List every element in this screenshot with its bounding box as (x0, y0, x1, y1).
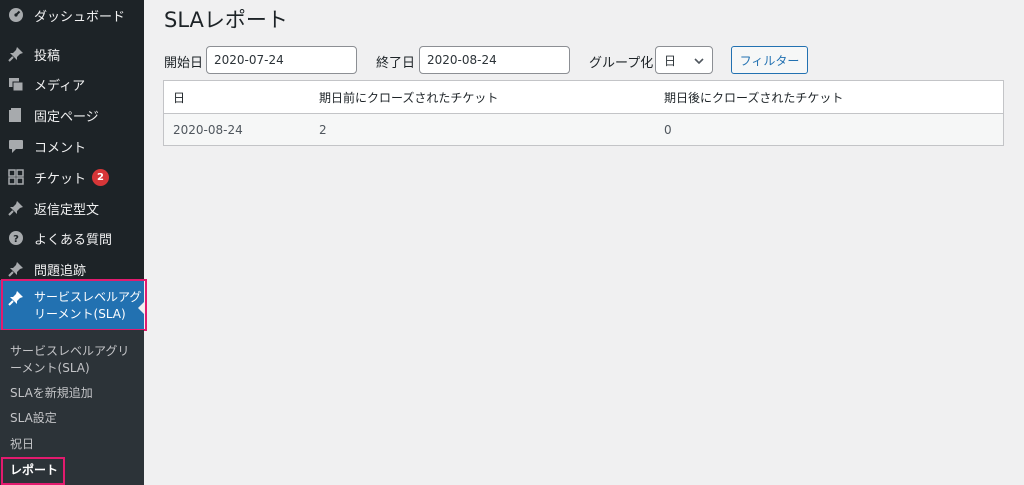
column-header-closed-after-due: 期日後にクローズされたチケット (664, 90, 844, 105)
start-date-label: 開始日 (164, 56, 204, 71)
report-table: 日 期日前にクローズされたチケット 期日後にクローズされたチケット 2020-0… (163, 80, 1004, 146)
chevron-down-icon (694, 53, 704, 67)
cell-date: 2020-08-24 (173, 122, 243, 137)
column-header-closed-before-due: 期日前にクローズされたチケット (319, 90, 499, 105)
start-date-input[interactable] (206, 46, 357, 74)
submenu-holidays[interactable]: 祝日 (10, 436, 136, 453)
cell-closed-after-due: 0 (664, 122, 672, 137)
group-by-value: 日 (664, 53, 677, 68)
menu-sla-label: サービスレベルアグリーメント(SLA) (34, 290, 142, 321)
table-row: 2020-08-24 2 0 (164, 114, 1003, 145)
main-content: SLAレポート 開始日 終了日 グループ化 日 フィルター 日 期日前にクローズ… (144, 0, 1024, 485)
submenu-sla[interactable]: サービスレベルアグリーメント(SLA) (10, 343, 136, 377)
menu-faq-label: よくある質問 (34, 232, 113, 248)
admin-sidebar: ダッシュボード 投稿 メディア 固定ページ コメント チケット 2 返信定型文 … (0, 0, 147, 485)
pin-icon (8, 261, 24, 277)
menu-sla-current[interactable]: サービスレベルアグリーメント(SLA) (0, 280, 144, 330)
menu-dashboard-label: ダッシュボード (34, 9, 126, 25)
menu-dashboard[interactable]: ダッシュボード (0, 0, 144, 30)
svg-text:?: ? (13, 234, 19, 245)
comment-icon (8, 138, 24, 154)
page-title: SLAレポート (164, 8, 288, 32)
dashboard-icon (8, 7, 24, 23)
menu-canned-replies-label: 返信定型文 (34, 202, 100, 218)
menu-comments[interactable]: コメント (0, 131, 144, 161)
menu-tickets-label: チケット (34, 171, 87, 187)
cell-closed-before-due: 2 (319, 122, 327, 137)
pin-icon (8, 200, 24, 216)
ticket-count-badge: 2 (92, 168, 110, 186)
end-date-label: 終了日 (376, 56, 416, 71)
end-date-input[interactable] (419, 46, 570, 74)
page-icon (8, 107, 24, 123)
submenu-sla-settings[interactable]: SLA設定 (10, 410, 136, 427)
help-icon: ? (8, 230, 24, 246)
menu-pages[interactable]: 固定ページ (0, 100, 144, 130)
submenu-add-sla[interactable]: SLAを新規追加 (10, 385, 136, 402)
column-header-date: 日 (173, 90, 186, 105)
filter-button[interactable]: フィルター (731, 46, 808, 74)
menu-faq[interactable]: ? よくある質問 (0, 223, 144, 253)
menu-posts-label: 投稿 (34, 48, 61, 64)
menu-issue-tracking-label: 問題追跡 (34, 263, 87, 279)
table-header-row: 日 期日前にクローズされたチケット 期日後にクローズされたチケット (164, 81, 1003, 114)
pin-icon (8, 290, 24, 306)
highlight-box-report (1, 457, 65, 485)
menu-media[interactable]: メディア (0, 69, 144, 99)
media-icon (8, 76, 24, 92)
pin-icon (8, 46, 24, 62)
group-by-label: グループ化 (589, 56, 654, 71)
group-by-select[interactable]: 日 (655, 46, 713, 74)
menu-tickets[interactable]: チケット 2 (0, 162, 144, 192)
menu-canned-replies[interactable]: 返信定型文 (0, 193, 144, 223)
menu-media-label: メディア (34, 78, 86, 94)
menu-pages-label: 固定ページ (34, 109, 99, 125)
ticket-icon (8, 169, 24, 185)
menu-posts[interactable]: 投稿 (0, 39, 144, 69)
menu-comments-label: コメント (34, 140, 87, 156)
